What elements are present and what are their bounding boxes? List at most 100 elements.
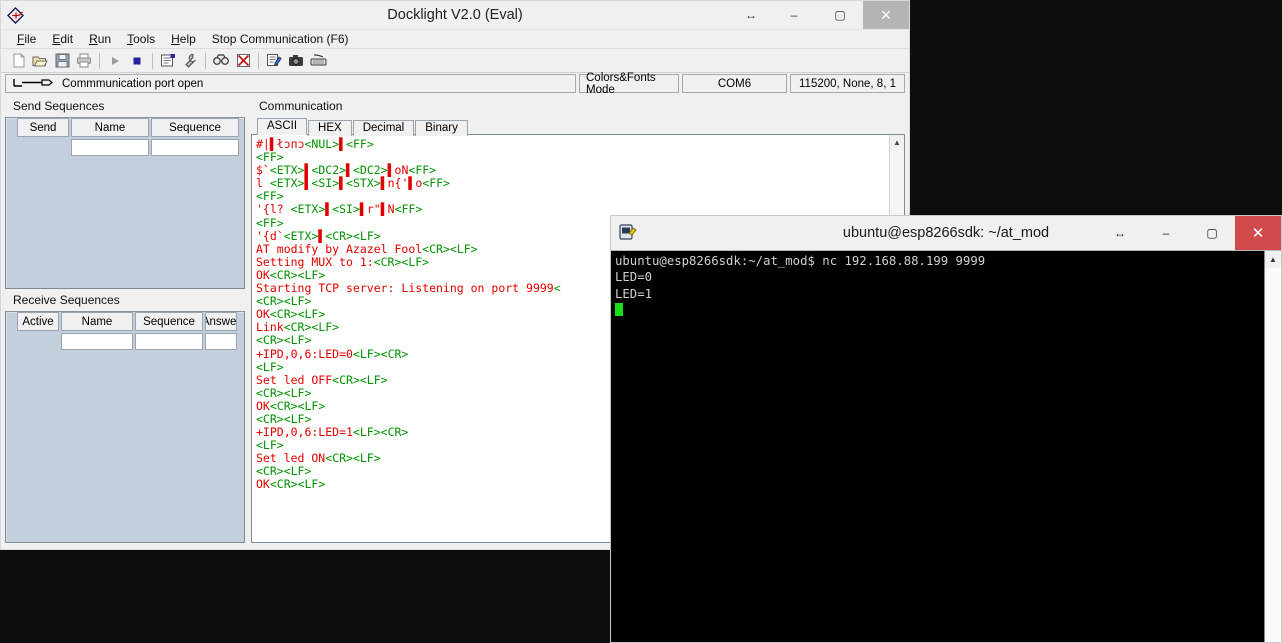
- resize-icon[interactable]: ↔: [731, 1, 771, 29]
- column-name[interactable]: Name: [61, 312, 133, 331]
- cell-answer[interactable]: [205, 333, 237, 350]
- log-segment: $`: [256, 163, 270, 178]
- receive-sequences-grid[interactable]: Active Name Sequence Answer: [5, 311, 245, 543]
- scroll-up-icon[interactable]: ▲: [890, 135, 904, 150]
- minimize-icon[interactable]: ‒: [1143, 216, 1189, 250]
- column-send[interactable]: Send: [17, 118, 69, 137]
- menu-stop-communication[interactable]: Stop Communication (F6): [204, 32, 353, 46]
- cell-name[interactable]: [61, 333, 133, 350]
- log-segment: ▌: [269, 137, 277, 151]
- close-icon[interactable]: ✕: [1235, 216, 1281, 250]
- log-segment: Link: [256, 320, 284, 335]
- log-segment: <LF>: [297, 398, 326, 413]
- table-row[interactable]: [6, 333, 244, 350]
- log-segment: <LF>: [401, 254, 430, 269]
- communication-label: Communication: [259, 99, 343, 113]
- log-segment: n{': [387, 176, 409, 191]
- log-segment: <CR>: [373, 254, 402, 269]
- snapshot-camera-icon[interactable]: [285, 51, 307, 71]
- cell-send[interactable]: [17, 139, 69, 156]
- status-baud-settings[interactable]: 115200, None, 8, 1: [790, 74, 905, 93]
- log-segment: <LF>: [283, 294, 312, 309]
- log-segment: '{l?: [256, 202, 291, 217]
- start-communication-icon[interactable]: [104, 51, 126, 71]
- log-segment: <LF>: [311, 320, 340, 335]
- menu-help[interactable]: Help: [163, 32, 204, 46]
- open-folder-icon[interactable]: [29, 51, 51, 71]
- log-segment: <FF>: [256, 215, 284, 230]
- tools-wrench-icon[interactable]: [179, 51, 201, 71]
- close-icon[interactable]: ✕: [863, 1, 909, 29]
- log-segment: ▌: [346, 163, 353, 178]
- log-segment: '{d`: [256, 228, 284, 243]
- menu-file[interactable]: FFileile: [9, 32, 44, 46]
- column-answer[interactable]: Answer: [205, 312, 237, 331]
- column-name[interactable]: Name: [71, 118, 149, 137]
- log-segment: Set led ON: [256, 451, 326, 466]
- tab-decimal[interactable]: Decimal: [352, 120, 415, 136]
- docklight-toolbar: [1, 49, 909, 73]
- docklight-window-controls: ↔ ‒ ▢ ✕: [731, 1, 909, 29]
- column-active[interactable]: Active: [17, 312, 59, 331]
- toolbar-separator: [258, 52, 259, 69]
- cell-active[interactable]: [17, 333, 59, 350]
- status-colors-fonts-mode[interactable]: Colors&Fonts Mode: [579, 72, 679, 96]
- log-segment: Setting MUX to 1:: [256, 254, 374, 269]
- log-segment: <FF>: [422, 176, 450, 191]
- find-icon[interactable]: [210, 51, 232, 71]
- cell-name[interactable]: [71, 139, 149, 156]
- minimize-icon[interactable]: ‒: [771, 1, 817, 29]
- log-segment: <CR>: [422, 241, 450, 256]
- edit-log-icon[interactable]: [263, 51, 285, 71]
- table-row[interactable]: [6, 139, 244, 156]
- status-port-text: Commmunication port open: [62, 77, 204, 90]
- docklight-statusbar: Commmunication port open Colors&Fonts Mo…: [1, 72, 909, 96]
- log-segment: <: [553, 281, 561, 296]
- scrollbar-track[interactable]: [1265, 268, 1281, 642]
- log-segment: <LF>: [256, 359, 284, 374]
- cell-sequence[interactable]: [151, 139, 239, 156]
- keyboard-console-icon[interactable]: [307, 51, 329, 71]
- column-sequence[interactable]: Sequence: [135, 312, 203, 331]
- log-segment: OK: [256, 307, 270, 322]
- toolbar-separator: [152, 52, 153, 69]
- log-segment: <CR>: [269, 307, 298, 322]
- log-segment: <DC2>: [311, 163, 347, 178]
- tab-binary[interactable]: Binary: [415, 120, 468, 136]
- terminal-scrollbar[interactable]: ▲: [1264, 251, 1281, 642]
- resize-icon[interactable]: ↔: [1097, 216, 1143, 250]
- menu-edit[interactable]: Edit: [44, 32, 81, 46]
- log-segment: <FF>: [346, 137, 374, 151]
- menu-tools[interactable]: Tools: [119, 32, 163, 46]
- receive-sequences-header: Active Name Sequence Answer: [6, 312, 244, 331]
- cell-sequence[interactable]: [135, 333, 203, 350]
- maximize-icon[interactable]: ▢: [817, 1, 863, 29]
- log-segment: <ETX>: [269, 163, 305, 178]
- terminal-screen[interactable]: ubuntu@esp8266sdk:~/at_mod$ nc 192.168.8…: [611, 250, 1281, 642]
- send-sequences-grid[interactable]: Send Name Sequence: [5, 117, 245, 289]
- save-icon[interactable]: [51, 51, 73, 71]
- scroll-up-icon[interactable]: ▲: [1265, 251, 1281, 268]
- log-segment: OK: [256, 477, 270, 492]
- menu-run[interactable]: Run: [81, 32, 119, 46]
- new-file-icon[interactable]: [7, 51, 29, 71]
- log-segment: <LF>: [297, 477, 326, 492]
- log-segment: <CR>: [325, 451, 353, 466]
- stop-communication-icon[interactable]: [126, 51, 148, 71]
- column-sequence[interactable]: Sequence: [151, 118, 239, 137]
- tab-ascii[interactable]: ASCII: [257, 118, 308, 135]
- log-segment: <LF>: [297, 267, 326, 282]
- log-segment: <LF>: [352, 346, 381, 361]
- maximize-icon[interactable]: ▢: [1189, 216, 1235, 250]
- log-segment: oN: [394, 163, 409, 178]
- print-icon[interactable]: [73, 51, 95, 71]
- log-segment: <LF>: [359, 372, 388, 387]
- clear-communication-icon[interactable]: [232, 51, 254, 71]
- log-segment: r": [366, 202, 381, 217]
- log-segment: <FF>: [408, 163, 437, 178]
- project-settings-icon[interactable]: [157, 51, 179, 71]
- tab-hex[interactable]: HEX: [308, 120, 352, 136]
- log-segment: <CR>: [283, 320, 312, 335]
- terminal-line: LED=0: [615, 270, 653, 285]
- status-com-port[interactable]: COM6: [682, 74, 787, 93]
